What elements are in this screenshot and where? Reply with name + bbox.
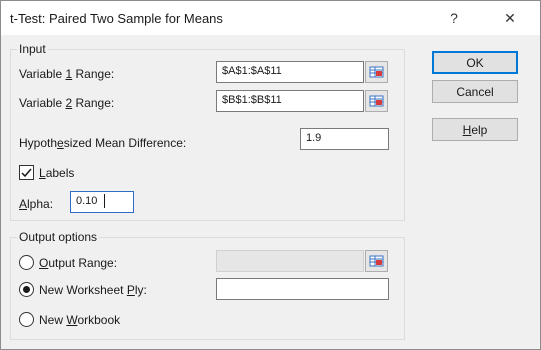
output-range-selector-button[interactable]: [365, 250, 388, 272]
text-caret: [104, 194, 105, 208]
new-worksheet-ply-radio[interactable]: [19, 282, 34, 297]
close-icon: ✕: [504, 9, 516, 26]
help-title-button[interactable]: ?: [431, 1, 477, 35]
range-selector-icon: [369, 66, 384, 78]
output-range-label[interactable]: Output Range:: [39, 256, 117, 270]
help-button[interactable]: Help: [432, 118, 518, 141]
alpha-value: 0.10: [76, 195, 98, 207]
range-selector-icon: [369, 255, 384, 267]
ok-button[interactable]: OK: [432, 51, 518, 74]
range-selector-icon: [369, 95, 384, 107]
input-group-label: Input: [17, 42, 48, 56]
variable2-range-selector-button[interactable]: [365, 90, 388, 112]
labels-checkbox[interactable]: [19, 165, 34, 180]
dialog-title: t-Test: Paired Two Sample for Means: [10, 11, 223, 26]
output-range-input[interactable]: [216, 250, 364, 272]
new-workbook-label[interactable]: New Workbook: [39, 313, 120, 327]
close-button[interactable]: ✕: [487, 1, 533, 35]
hypothesized-mean-difference-input[interactable]: 1.9: [300, 128, 389, 150]
labels-checkbox-label[interactable]: Labels: [39, 166, 74, 180]
variable1-range-label: Variable 1 Range:: [19, 67, 115, 81]
hypothesized-mean-difference-label: Hypothesized Mean Difference:: [19, 136, 187, 150]
variable1-range-selector-button[interactable]: [365, 61, 388, 83]
ttest-dialog: t-Test: Paired Two Sample for Means ? ✕ …: [0, 0, 541, 350]
cancel-button[interactable]: Cancel: [432, 80, 518, 103]
alpha-label: Alpha:: [19, 197, 54, 211]
alpha-input[interactable]: 0.10: [70, 191, 134, 213]
new-worksheet-ply-label[interactable]: New Worksheet Ply:: [39, 283, 147, 297]
question-icon: ?: [450, 10, 458, 26]
output-options-group-label: Output options: [17, 230, 100, 244]
radio-selected-dot: [23, 286, 30, 293]
new-worksheet-ply-input[interactable]: [216, 278, 389, 300]
new-workbook-radio[interactable]: [19, 312, 34, 327]
title-bar: t-Test: Paired Two Sample for Means ? ✕: [1, 1, 540, 35]
checkmark-icon: [21, 168, 32, 178]
variable1-range-input[interactable]: $A$1:$A$11: [216, 61, 364, 83]
variable2-range-label: Variable 2 Range:: [19, 96, 115, 110]
variable2-range-input[interactable]: $B$1:$B$11: [216, 90, 364, 112]
output-range-radio[interactable]: [19, 255, 34, 270]
